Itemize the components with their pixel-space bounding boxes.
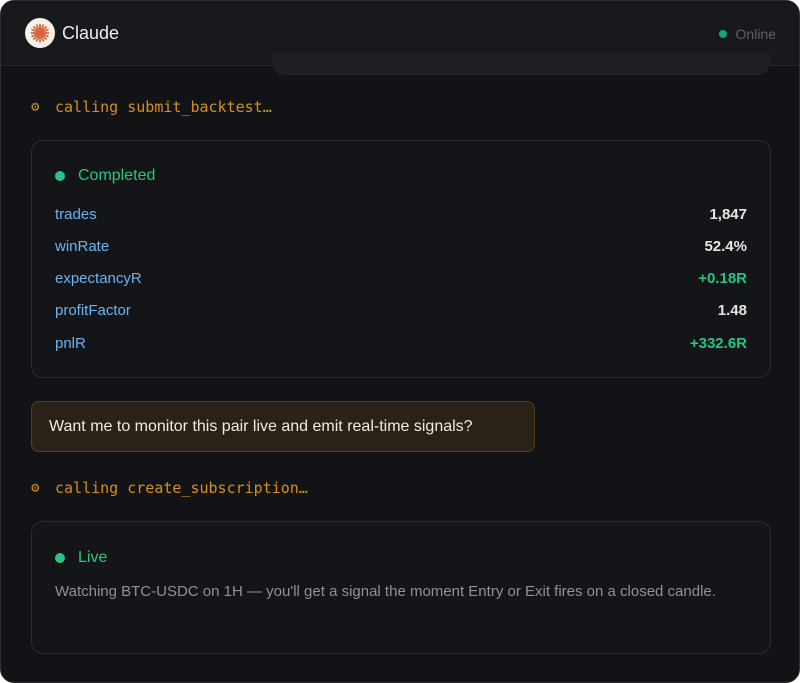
chat-window: Claude Online ⚙ calling submit_backtest…… xyxy=(0,0,800,683)
metric-key: expectancyR xyxy=(55,270,142,287)
metric-value: 52.4% xyxy=(704,238,747,255)
backtest-result-card: Completed trades 1,847 winRate 52.4% exp… xyxy=(31,140,771,378)
subscription-description: Watching BTC-USDC on 1H — you'll get a s… xyxy=(55,583,716,600)
metric-row: pnlR +332.6R xyxy=(55,334,747,354)
backtest-status-label: Completed xyxy=(78,167,156,184)
metric-value: 1,847 xyxy=(709,206,747,223)
gear-icon: ⚙ xyxy=(31,99,40,115)
metric-key: pnlR xyxy=(55,335,86,352)
metric-value: +332.6R xyxy=(689,335,747,352)
tool-call-label: calling create_subscription… xyxy=(55,479,308,497)
status-dot-icon xyxy=(718,30,727,38)
metric-key: winRate xyxy=(55,238,110,255)
status-dot-icon xyxy=(55,171,65,181)
backtest-status: Completed xyxy=(55,166,155,186)
metric-row: winRate 52.4% xyxy=(55,237,747,257)
subscription-status: Live xyxy=(55,548,107,568)
claude-logo-icon xyxy=(25,18,55,48)
tool-call-submit-backtest: ⚙ calling submit_backtest… xyxy=(31,97,272,117)
tool-call-create-subscription: ⚙ calling create_subscription… xyxy=(31,478,308,498)
subscription-card: Live Watching BTC-USDC on 1H — you'll ge… xyxy=(31,521,771,654)
app-title: Claude xyxy=(62,23,120,43)
gear-icon: ⚙ xyxy=(31,480,40,496)
status-dot-icon xyxy=(55,553,65,563)
tool-call-label: calling submit_backtest… xyxy=(55,98,272,116)
metric-row: trades 1,847 xyxy=(55,205,747,225)
metric-row: expectancyR +0.18R xyxy=(55,269,747,289)
previous-message-bubble xyxy=(272,53,770,75)
metric-value: 1.48 xyxy=(717,302,747,319)
status-label: Online xyxy=(735,26,776,42)
metric-row: profitFactor 1.48 xyxy=(55,301,747,321)
metric-value: +0.18R xyxy=(698,270,747,287)
metric-key: trades xyxy=(55,206,97,223)
online-status: Online xyxy=(718,25,776,43)
user-message: Want me to monitor this pair live and em… xyxy=(31,401,535,452)
subscription-status-label: Live xyxy=(78,549,108,566)
metric-key: profitFactor xyxy=(55,302,131,319)
